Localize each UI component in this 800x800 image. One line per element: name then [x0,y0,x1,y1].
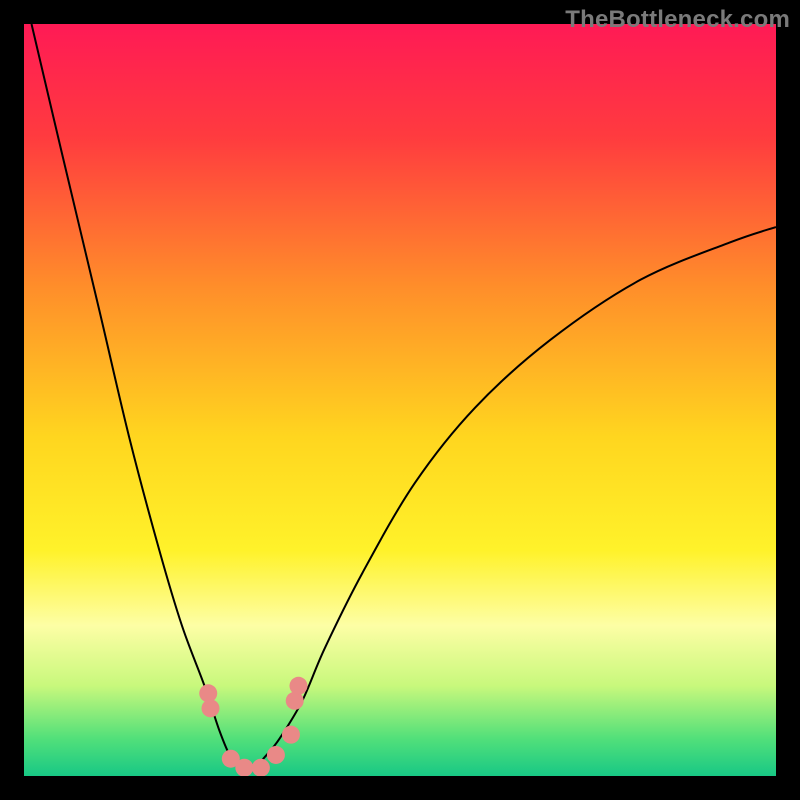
marker-dot [282,726,300,744]
chart-background [24,24,776,776]
bottleneck-chart [24,24,776,776]
marker-dot [252,759,270,776]
watermark-text: TheBottleneck.com [565,6,790,34]
marker-dot [286,692,304,710]
chart-canvas: TheBottleneck.com [0,0,800,800]
plot-area [24,24,776,776]
marker-dot [199,684,217,702]
marker-dot [235,759,253,776]
marker-dot [267,746,285,764]
marker-dot [201,699,219,717]
marker-dot [289,677,307,695]
